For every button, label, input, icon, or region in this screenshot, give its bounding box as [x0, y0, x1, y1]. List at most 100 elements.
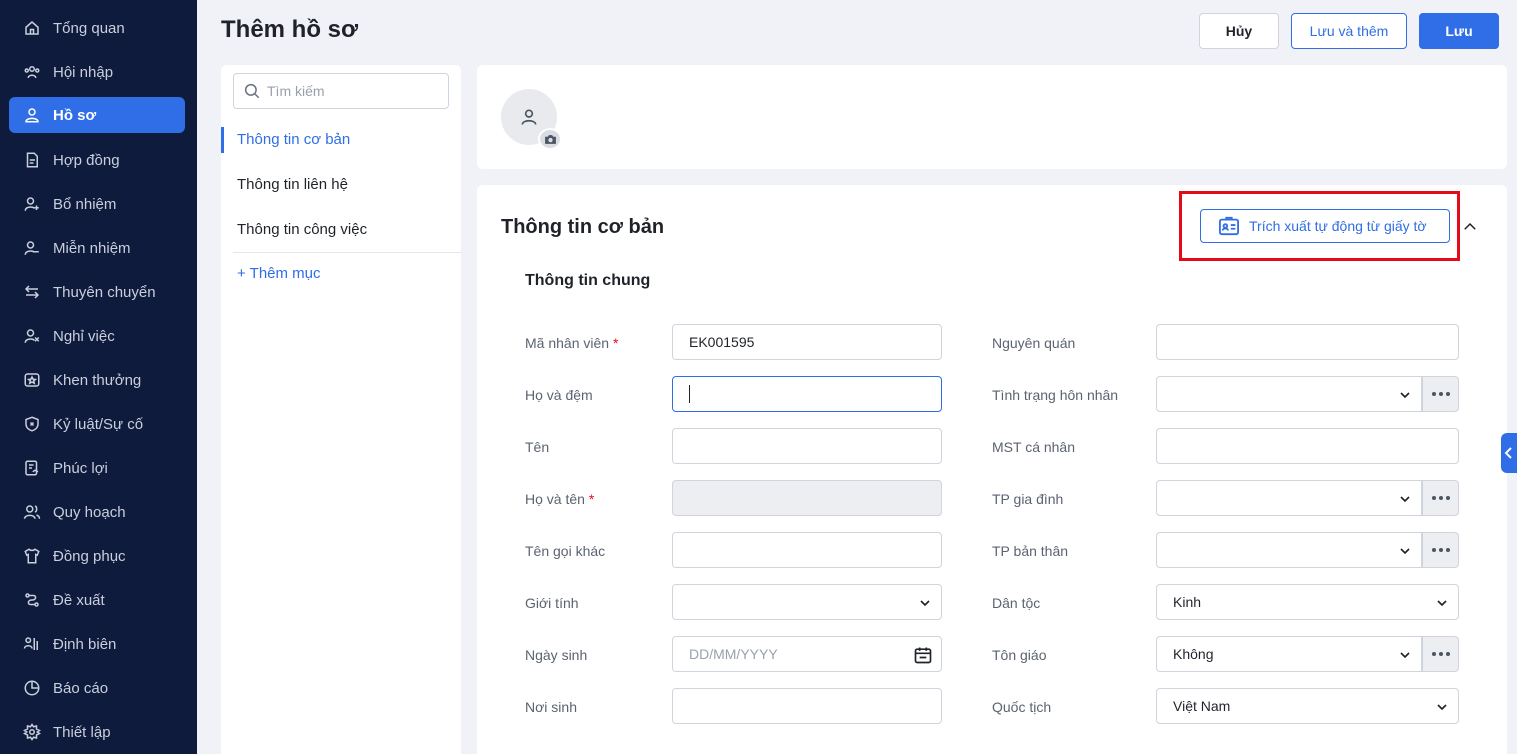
nickname-label: Tên gọi khác — [525, 543, 606, 559]
full-name-label: Họ và tên * — [525, 491, 595, 507]
sidebar-item-phuc-loi[interactable]: Phúc lợi — [9, 450, 185, 486]
sidebar-item-dinh-bien[interactable]: Định biên — [9, 626, 185, 662]
sidebar-item-thiet-lap[interactable]: Thiết lập — [9, 714, 185, 750]
chevron-down-icon — [1437, 704, 1447, 711]
section-link-contact-info[interactable]: Thông tin liên hệ — [237, 176, 348, 193]
sidebar-item-quy-hoach[interactable]: Quy hoạch — [9, 494, 185, 530]
headcount-icon — [23, 635, 41, 653]
user-icon — [23, 106, 41, 124]
nickname-input[interactable] — [672, 532, 942, 568]
basic-info-card: Thông tin cơ bản Trích xuất tự động từ g… — [477, 185, 1507, 754]
basic-info-title: Thông tin cơ bản — [501, 216, 665, 238]
family-background-label: TP gia đình — [992, 491, 1064, 507]
sidebar-item-label: Thuyên chuyển — [53, 283, 156, 301]
chevron-down-icon — [1400, 496, 1410, 503]
sidebar-item-label: Đồng phục — [53, 547, 126, 565]
sidebar-item-label: Định biên — [53, 635, 117, 653]
add-section-link[interactable]: + Thêm mục — [237, 265, 321, 282]
camera-icon[interactable] — [538, 128, 562, 150]
calendar-icon[interactable] — [913, 645, 933, 665]
sidebar-item-label: Tổng quan — [53, 19, 125, 37]
personal-background-more-button[interactable] — [1422, 532, 1459, 568]
cancel-button[interactable]: Hủy — [1199, 13, 1279, 49]
active-section-indicator — [221, 127, 224, 153]
transfer-icon — [23, 283, 41, 301]
family-background-more-button[interactable] — [1422, 480, 1459, 516]
sidebar-item-dong-phuc[interactable]: Đồng phục — [9, 538, 185, 574]
chevron-up-icon[interactable] — [1461, 218, 1479, 236]
religion-more-button[interactable] — [1422, 636, 1459, 672]
extract-from-document-button[interactable]: Trích xuất tự động từ giấy tờ — [1200, 209, 1450, 243]
personal-background-label: TP bản thân — [992, 543, 1069, 559]
sidebar-item-bo-nhiem[interactable]: Bổ nhiệm — [9, 186, 185, 222]
search-input[interactable] — [267, 83, 437, 99]
save-and-add-button[interactable]: Lưu và thêm — [1291, 13, 1407, 49]
birth-date-input[interactable]: DD/MM/YYYY — [672, 636, 942, 672]
marital-status-select[interactable] — [1156, 376, 1422, 412]
sidebar-item-bao-cao[interactable]: Báo cáo — [9, 670, 185, 706]
side-panel-toggle[interactable] — [1501, 433, 1517, 473]
avatar-card — [477, 65, 1507, 169]
sidebar-item-label: Bổ nhiệm — [53, 195, 117, 213]
sidebar-item-ky-luat[interactable]: Kỷ luật/Sự cố — [9, 406, 185, 442]
sidebar-item-tong-quan[interactable]: Tổng quan — [9, 10, 185, 46]
sidebar-item-label: Nghỉ việc — [53, 327, 115, 345]
more-dots-icon — [1431, 652, 1450, 656]
text-cursor — [689, 385, 690, 403]
search-icon — [244, 83, 260, 99]
middle-name-input[interactable] — [672, 376, 942, 412]
sidebar-item-label: Hồ sơ — [53, 106, 97, 124]
more-dots-icon — [1431, 548, 1450, 552]
employee-code-label: Mã nhân viên * — [525, 335, 619, 351]
religion-label: Tôn giáo — [992, 647, 1047, 663]
sidebar-item-label: Kỷ luật/Sự cố — [53, 415, 144, 433]
birth-place-input[interactable] — [672, 688, 942, 724]
sidebar-item-mien-nhiem[interactable]: Miễn nhiệm — [9, 230, 185, 266]
benefit-icon — [23, 459, 41, 477]
section-link-basic-info[interactable]: Thông tin cơ bản — [237, 131, 350, 148]
chevron-down-icon — [1400, 392, 1410, 399]
sidebar-item-de-xuat[interactable]: Đề xuất — [9, 582, 185, 618]
shield-icon — [23, 415, 41, 433]
extract-button-label: Trích xuất tự động từ giấy tờ — [1249, 218, 1427, 234]
sidebar-item-label: Phúc lợi — [53, 459, 108, 477]
nationality-select[interactable]: Việt Nam — [1156, 688, 1459, 724]
sidebar-item-hoi-nhap[interactable]: Hội nhập — [9, 54, 185, 90]
sidebar-item-khen-thuong[interactable]: Khen thưởng — [9, 362, 185, 398]
gear-icon — [23, 723, 41, 741]
religion-select[interactable]: Không — [1156, 636, 1422, 672]
sidebar-item-nghi-viec[interactable]: Nghỉ việc — [9, 318, 185, 354]
user-icon — [521, 109, 537, 125]
people-icon — [23, 63, 41, 81]
personal-tax-code-input[interactable] — [1156, 428, 1459, 464]
home-icon — [23, 19, 41, 37]
user-minus-icon — [23, 239, 41, 257]
search-box[interactable] — [233, 73, 449, 109]
sidebar-item-hop-dong[interactable]: Hợp đồng — [9, 142, 185, 178]
nationality-label: Quốc tịch — [992, 699, 1052, 715]
sidebar-item-label: Thiết lập — [53, 723, 111, 741]
sidebar-item-label: Miễn nhiệm — [53, 239, 131, 257]
personal-background-select[interactable] — [1156, 532, 1422, 568]
document-icon — [23, 151, 41, 169]
shirt-icon — [23, 547, 41, 565]
marital-status-more-button[interactable] — [1422, 376, 1459, 412]
hometown-input[interactable] — [1156, 324, 1459, 360]
gender-select[interactable] — [672, 584, 942, 620]
sidebar-item-label: Báo cáo — [53, 679, 109, 697]
ethnicity-label: Dân tộc — [992, 595, 1041, 611]
sidebar-item-thuyen-chuyen[interactable]: Thuyên chuyển — [9, 274, 185, 310]
sidebar-item-ho-so[interactable]: Hồ sơ — [9, 97, 185, 133]
more-dots-icon — [1431, 496, 1450, 500]
ethnicity-select[interactable]: Kinh — [1156, 584, 1459, 620]
gender-label: Giới tính — [525, 595, 579, 611]
chevron-down-icon — [1400, 548, 1410, 555]
hometown-label: Nguyên quán — [992, 335, 1076, 351]
save-button[interactable]: Lưu — [1419, 13, 1499, 49]
first-name-input[interactable] — [672, 428, 942, 464]
section-link-job-info[interactable]: Thông tin công việc — [237, 221, 367, 238]
employee-code-input[interactable]: EK001595 — [672, 324, 942, 360]
general-info-title: Thông tin chung — [525, 272, 651, 289]
user-x-icon — [23, 327, 41, 345]
family-background-select[interactable] — [1156, 480, 1422, 516]
